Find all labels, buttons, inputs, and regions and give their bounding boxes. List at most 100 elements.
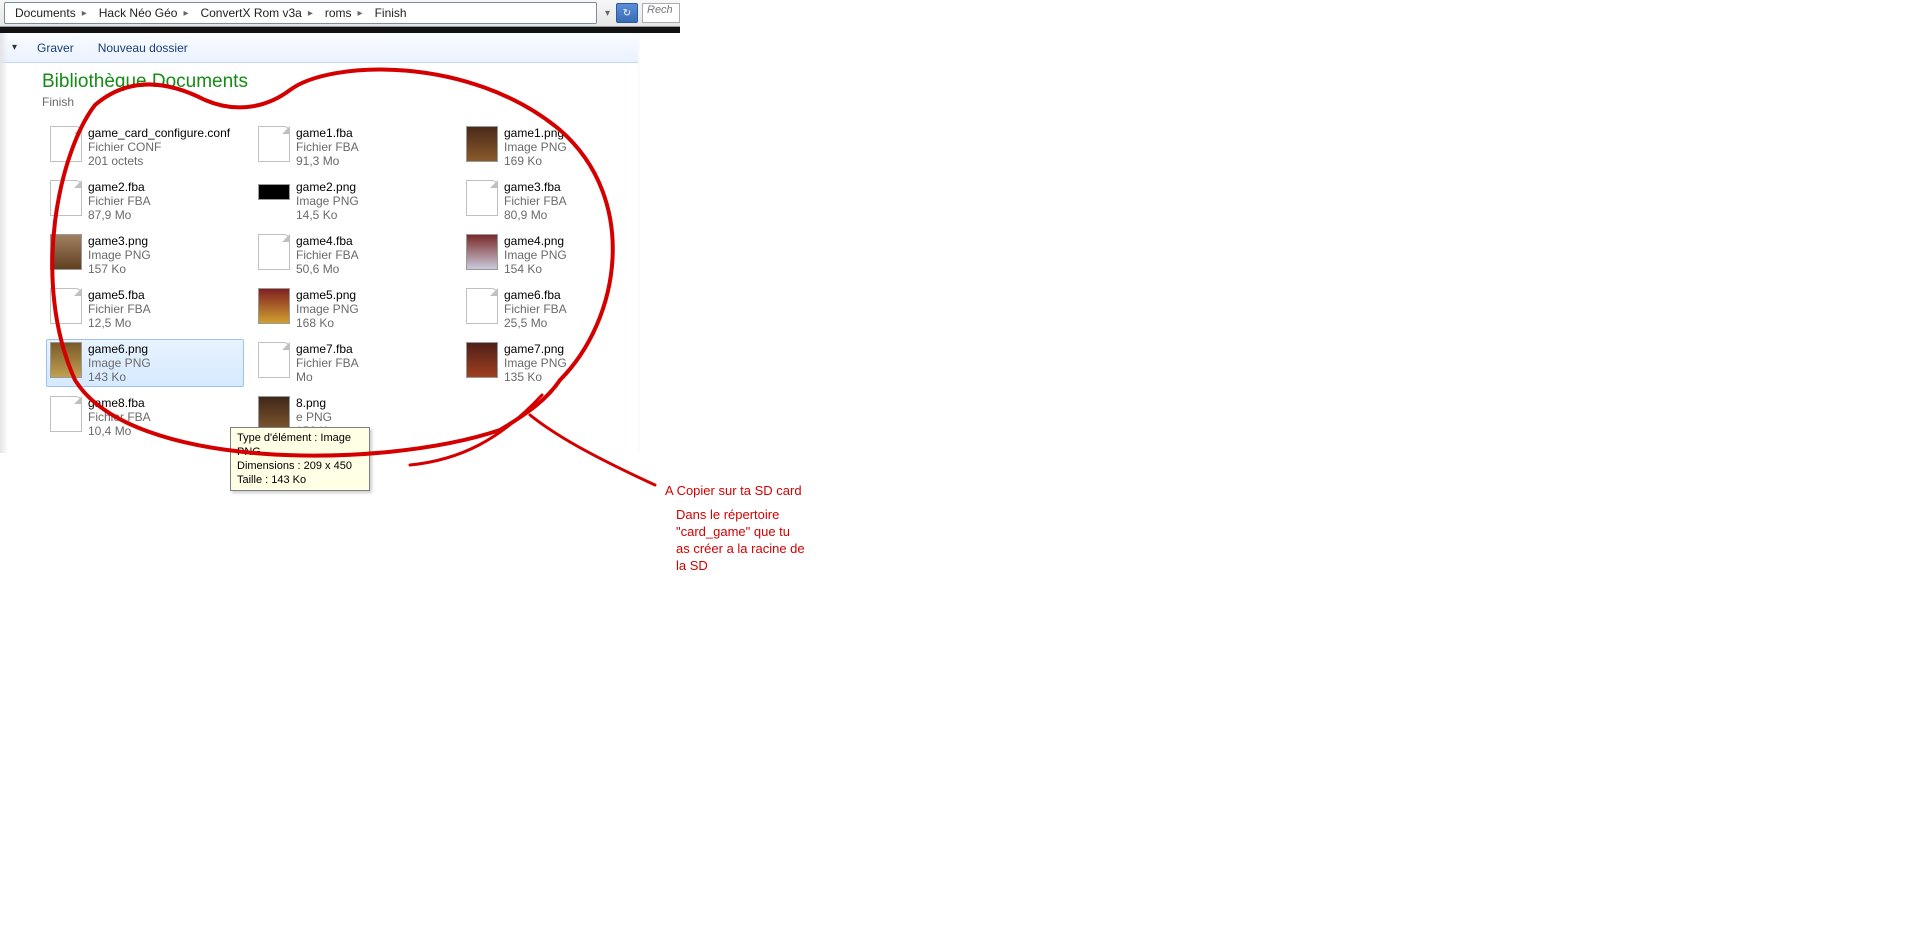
file-size: 201 octets	[88, 154, 230, 168]
file-name: game6.fba	[504, 288, 561, 302]
file-item[interactable]: game1.fbaFichier FBA91,3 Mo	[254, 123, 452, 171]
file-name: game3.fba	[504, 180, 561, 194]
file-name: game7.fba	[296, 342, 353, 356]
file-type: Image PNG	[88, 248, 151, 262]
breadcrumb-item[interactable]: ConvertX Rom v3a▸	[196, 6, 320, 20]
file-name: game_card_configure.conf	[88, 126, 230, 140]
file-size: 154 Ko	[504, 262, 567, 276]
toolbar: ▾ Graver Nouveau dossier	[0, 33, 640, 63]
breadcrumb-item[interactable]: roms▸	[321, 6, 371, 20]
file-type: Fichier FBA	[504, 194, 567, 208]
file-item[interactable]: game4.fbaFichier FBA50,6 Mo	[254, 231, 452, 279]
file-type: Fichier FBA	[296, 356, 359, 370]
file-type: Fichier FBA	[88, 410, 151, 424]
image-thumbnail-icon	[466, 342, 498, 378]
image-thumbnail-icon	[50, 342, 82, 378]
file-name: game5.fba	[88, 288, 145, 302]
file-icon	[50, 180, 82, 216]
file-item[interactable]: game7.pngImage PNG135 Ko	[462, 339, 660, 387]
file-size: 25,5 Mo	[504, 316, 567, 330]
file-item[interactable]: game5.pngImage PNG168 Ko	[254, 285, 452, 333]
file-item[interactable]: game5.fbaFichier FBA12,5 Mo	[46, 285, 244, 333]
file-size: 12,5 Mo	[88, 316, 151, 330]
side-shadow	[0, 33, 8, 453]
file-size: Mo	[296, 370, 359, 384]
refresh-button[interactable]: ↻	[616, 3, 638, 23]
file-type: Fichier FBA	[88, 194, 151, 208]
file-name: 8.png	[296, 396, 326, 410]
file-item[interactable]: game2.pngImage PNG14,5 Ko	[254, 177, 452, 225]
files-pane: game_card_configure.confFichier CONF201 …	[46, 123, 646, 441]
file-name: game6.png	[88, 342, 148, 356]
image-thumbnail-icon	[258, 184, 290, 200]
file-type: Fichier FBA	[296, 140, 359, 154]
file-item[interactable]: game1.pngImage PNG169 Ko	[462, 123, 660, 171]
file-type: e PNG	[296, 410, 334, 424]
file-type: Image PNG	[296, 302, 359, 316]
image-thumbnail-icon	[466, 234, 498, 270]
library-header: Bibliothèque Documents Finish	[0, 71, 1913, 109]
file-name: game2.png	[296, 180, 356, 194]
file-size: 87,9 Mo	[88, 208, 151, 222]
file-item[interactable]: game4.pngImage PNG154 Ko	[462, 231, 660, 279]
file-icon	[50, 126, 82, 162]
file-type: Image PNG	[504, 248, 567, 262]
file-name: game1.fba	[296, 126, 353, 140]
dropdown-icon[interactable]: ▾	[601, 8, 614, 19]
library-title: Bibliothèque Documents	[42, 71, 1913, 93]
file-size: 14,5 Ko	[296, 208, 359, 222]
address-bar: Documents▸ Hack Néo Géo▸ ConvertX Rom v3…	[0, 0, 680, 27]
file-icon	[466, 288, 498, 324]
file-size: 135 Ko	[504, 370, 567, 384]
breadcrumb-item[interactable]: Hack Néo Géo▸	[95, 6, 197, 20]
chevron-right-icon: ▸	[78, 8, 91, 19]
file-name: game1.png	[504, 126, 564, 140]
search-input[interactable]: Rech	[642, 3, 680, 23]
breadcrumb[interactable]: Documents▸ Hack Néo Géo▸ ConvertX Rom v3…	[4, 2, 597, 24]
file-icon	[50, 288, 82, 324]
file-type: Image PNG	[504, 140, 567, 154]
breadcrumb-item[interactable]: Finish	[371, 6, 411, 20]
window-border-right	[638, 33, 640, 451]
chevron-right-icon: ▸	[354, 8, 367, 19]
file-item[interactable]: game3.fbaFichier FBA80,9 Mo	[462, 177, 660, 225]
file-item[interactable]: game2.fbaFichier FBA87,9 Mo	[46, 177, 244, 225]
tooltip-line: Taille : 143 Ko	[237, 473, 363, 487]
file-size: 91,3 Mo	[296, 154, 359, 168]
file-size: 50,6 Mo	[296, 262, 359, 276]
file-icon	[258, 234, 290, 270]
file-name: game8.fba	[88, 396, 145, 410]
file-icon	[50, 396, 82, 432]
file-size: 168 Ko	[296, 316, 359, 330]
image-thumbnail-icon	[466, 126, 498, 162]
file-type: Fichier FBA	[88, 302, 151, 316]
image-thumbnail-icon	[50, 234, 82, 270]
chevron-right-icon: ▸	[179, 8, 192, 19]
file-item[interactable]: game6.fbaFichier FBA25,5 Mo	[462, 285, 660, 333]
file-type: Fichier CONF	[88, 140, 230, 154]
file-name: game3.png	[88, 234, 148, 248]
new-folder-button[interactable]: Nouveau dossier	[86, 37, 200, 59]
file-item[interactable]: game8.fbaFichier FBA10,4 Mo	[46, 393, 244, 441]
file-item[interactable]: game7.fbaFichier FBAMo	[254, 339, 452, 387]
file-item[interactable]: game6.pngImage PNG143 Ko	[46, 339, 244, 387]
file-name: game5.png	[296, 288, 356, 302]
file-name: game2.fba	[88, 180, 145, 194]
tooltip-line: Dimensions : 209 x 450	[237, 459, 363, 473]
file-name: game4.png	[504, 234, 564, 248]
file-size: 169 Ko	[504, 154, 567, 168]
file-icon	[258, 342, 290, 378]
burn-button[interactable]: Graver	[25, 37, 86, 59]
file-name: game7.png	[504, 342, 564, 356]
file-icon	[258, 126, 290, 162]
file-item[interactable]: game3.pngImage PNG157 Ko	[46, 231, 244, 279]
chevron-right-icon: ▸	[304, 8, 317, 19]
file-name: game4.fba	[296, 234, 353, 248]
file-size: 143 Ko	[88, 370, 151, 384]
file-item[interactable]: game_card_configure.confFichier CONF201 …	[46, 123, 244, 171]
annotation-text: Dans le répertoire "card_game" que tu as…	[676, 506, 806, 574]
file-type: Fichier FBA	[504, 302, 567, 316]
file-size: 10,4 Mo	[88, 424, 151, 438]
annotation-text: A Copier sur ta SD card	[665, 482, 802, 499]
breadcrumb-item[interactable]: Documents▸	[11, 6, 95, 20]
